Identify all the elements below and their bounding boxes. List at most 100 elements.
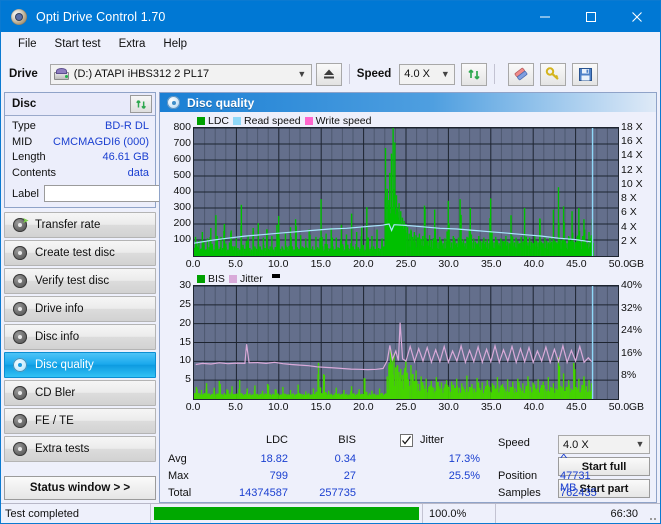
chart-bis-yaxis-right: 8% 16% 24% 32% 40% bbox=[619, 279, 652, 398]
speed-select[interactable]: 4.0 X ▼ bbox=[399, 63, 456, 85]
y-tick: 300 bbox=[173, 201, 191, 213]
x-tick: 50.0 bbox=[608, 401, 630, 413]
y2-tick: 16% bbox=[621, 346, 643, 359]
maximize-button[interactable] bbox=[568, 1, 614, 32]
disc-row-length: Length 46.61 GB bbox=[12, 150, 149, 166]
y-tick: 700 bbox=[173, 137, 191, 149]
y-tick: 100 bbox=[173, 233, 191, 245]
key-button[interactable] bbox=[540, 62, 567, 86]
legend-swatch-ldc bbox=[197, 116, 205, 125]
test-speed-select[interactable]: 4.0 X ▼ bbox=[558, 435, 650, 454]
x-tick: 30.0 bbox=[438, 258, 459, 270]
y2-tick: 6 X bbox=[621, 206, 637, 219]
stat-header-jitter: Jitter bbox=[420, 434, 444, 446]
drive-select[interactable]: (D:) ATAPI iHBS312 2 PL17 ▼ bbox=[49, 63, 312, 85]
close-button[interactable] bbox=[614, 1, 660, 32]
legend-label-read-speed: Read speed bbox=[244, 114, 301, 127]
sidebar-item-fe-te[interactable]: FE / TE bbox=[4, 408, 156, 434]
disc-refresh-button[interactable] bbox=[130, 95, 152, 113]
y2-tick: 14 X bbox=[621, 149, 643, 162]
erase-button[interactable] bbox=[508, 62, 535, 86]
disc-icon bbox=[13, 414, 27, 428]
y2-tick: 10 X bbox=[621, 177, 643, 190]
sidebar-item-drive-info[interactable]: Drive info bbox=[4, 296, 156, 322]
stat-max-jitter: 25.5% bbox=[448, 470, 480, 482]
status-bar: Test completed 100.0% 66:30 bbox=[1, 503, 660, 523]
legend-swatch-read-speed bbox=[233, 116, 242, 125]
sidebar-item-label: Create test disc bbox=[35, 247, 115, 259]
chart-bis-yaxis-left: 5 10 15 20 25 30 bbox=[164, 279, 193, 398]
sidebar-item-transfer-rate[interactable]: ➤ Transfer rate bbox=[4, 212, 156, 238]
progress-percent: 100.0% bbox=[422, 504, 496, 523]
menu-item-start-test[interactable]: Start test bbox=[46, 35, 110, 53]
x-tick: 25.0 bbox=[395, 258, 417, 270]
legend-label-jitter: Jitter bbox=[239, 272, 263, 285]
x-tick: 45.0 bbox=[566, 258, 587, 270]
legend-label-ldc: LDC bbox=[208, 114, 230, 127]
sidebar-item-cd-bler[interactable]: CD Bler bbox=[4, 380, 156, 406]
sidebar-item-create-test-disc[interactable]: Create test disc bbox=[4, 240, 156, 266]
status-window-button[interactable]: Status window > > bbox=[4, 476, 156, 500]
chevron-down-icon: ▼ bbox=[635, 439, 645, 449]
disc-panel: Disc Type BD-R DL MID CMCMAGDI6 (000) Le… bbox=[4, 92, 254, 208]
menu-item-help[interactable]: Help bbox=[154, 35, 196, 53]
menu-item-file[interactable]: File bbox=[9, 35, 46, 53]
sidebar-item-verify-test-disc[interactable]: Verify test disc bbox=[4, 268, 156, 294]
y-tick: 5 bbox=[185, 373, 191, 386]
y2-tick: 4 X bbox=[621, 220, 637, 233]
disc-row-mid-value: CMCMAGDI6 (000) bbox=[53, 135, 149, 148]
chart-ldc-legend: LDC Read speed Write speed bbox=[164, 114, 652, 127]
legend-label-bis: BIS bbox=[208, 272, 225, 285]
menu-item-extra[interactable]: Extra bbox=[110, 35, 155, 53]
speed-label: Speed bbox=[356, 68, 392, 80]
disc-arrow-icon: ➤ bbox=[13, 217, 29, 232]
disc-row-mid: MID CMCMAGDI6 (000) bbox=[12, 135, 149, 151]
sidebar-item-label: CD Bler bbox=[35, 387, 76, 399]
test-speed-value: 4.0 X bbox=[563, 438, 589, 451]
app-disc-icon bbox=[10, 8, 28, 26]
jitter-checkbox[interactable] bbox=[400, 434, 413, 447]
save-icon bbox=[578, 67, 592, 81]
sidebar-item-label: Drive info bbox=[35, 303, 84, 315]
save-button[interactable] bbox=[572, 62, 599, 86]
stat-max-bis: 27 bbox=[343, 470, 356, 482]
disc-icon bbox=[13, 274, 27, 288]
chart-ldc-plot bbox=[193, 127, 619, 257]
legend-item-ldc: LDC bbox=[197, 115, 229, 127]
sidebar-item-extra-tests[interactable]: Extra tests bbox=[4, 436, 156, 462]
x-tick: 45.0 bbox=[566, 401, 587, 413]
refresh-button[interactable] bbox=[461, 62, 488, 86]
disc-icon bbox=[167, 96, 180, 109]
key-icon bbox=[546, 67, 560, 80]
disc-row-contents: Contents data bbox=[12, 166, 149, 182]
menu-bar: File Start test Extra Help bbox=[1, 32, 660, 56]
disc-icon bbox=[13, 358, 27, 372]
stat-header-ldc: LDC bbox=[265, 434, 288, 446]
eject-button[interactable] bbox=[315, 62, 342, 86]
sidebar-item-label: Transfer rate bbox=[35, 219, 101, 231]
x-tick: 0.0 bbox=[185, 401, 201, 413]
charts-area: LDC Read speed Write speed 100 200 300 400 5… bbox=[160, 112, 656, 430]
sidebar-item-disc-info[interactable]: Disc info bbox=[4, 324, 156, 350]
x-tick: 50.0 bbox=[608, 258, 630, 270]
resize-grip[interactable] bbox=[646, 504, 660, 523]
x-tick: 20.0 bbox=[353, 401, 374, 413]
content-header: Disc quality bbox=[160, 93, 656, 112]
minimize-button[interactable] bbox=[522, 1, 568, 32]
disc-panel-header: Disc bbox=[5, 93, 155, 116]
toolbar-divider-2 bbox=[494, 64, 496, 84]
chart-bis-legend: BIS Jitter bbox=[164, 272, 652, 285]
sidebar-item-disc-quality[interactable]: Disc quality bbox=[4, 352, 156, 378]
disc-row-contents-key: Contents bbox=[12, 166, 57, 179]
x-tick: 40.0 bbox=[523, 401, 545, 413]
legend-item-write-speed: Write speed bbox=[304, 115, 372, 127]
y-tick: 400 bbox=[173, 185, 191, 197]
statistics-grid: LDC BIS Jitter Avg 18.82 0.34 17.3% Max … bbox=[168, 434, 498, 499]
y2-tick: 24% bbox=[621, 324, 643, 337]
eject-icon bbox=[323, 69, 334, 79]
stat-row-label-total: Total bbox=[168, 487, 192, 499]
title-bar: Opti Drive Control 1.70 bbox=[1, 1, 660, 32]
chart-ldc-yaxis-left: 100 200 300 400 500 600 700 800 bbox=[164, 121, 193, 255]
y-tick: 20 bbox=[179, 316, 191, 329]
